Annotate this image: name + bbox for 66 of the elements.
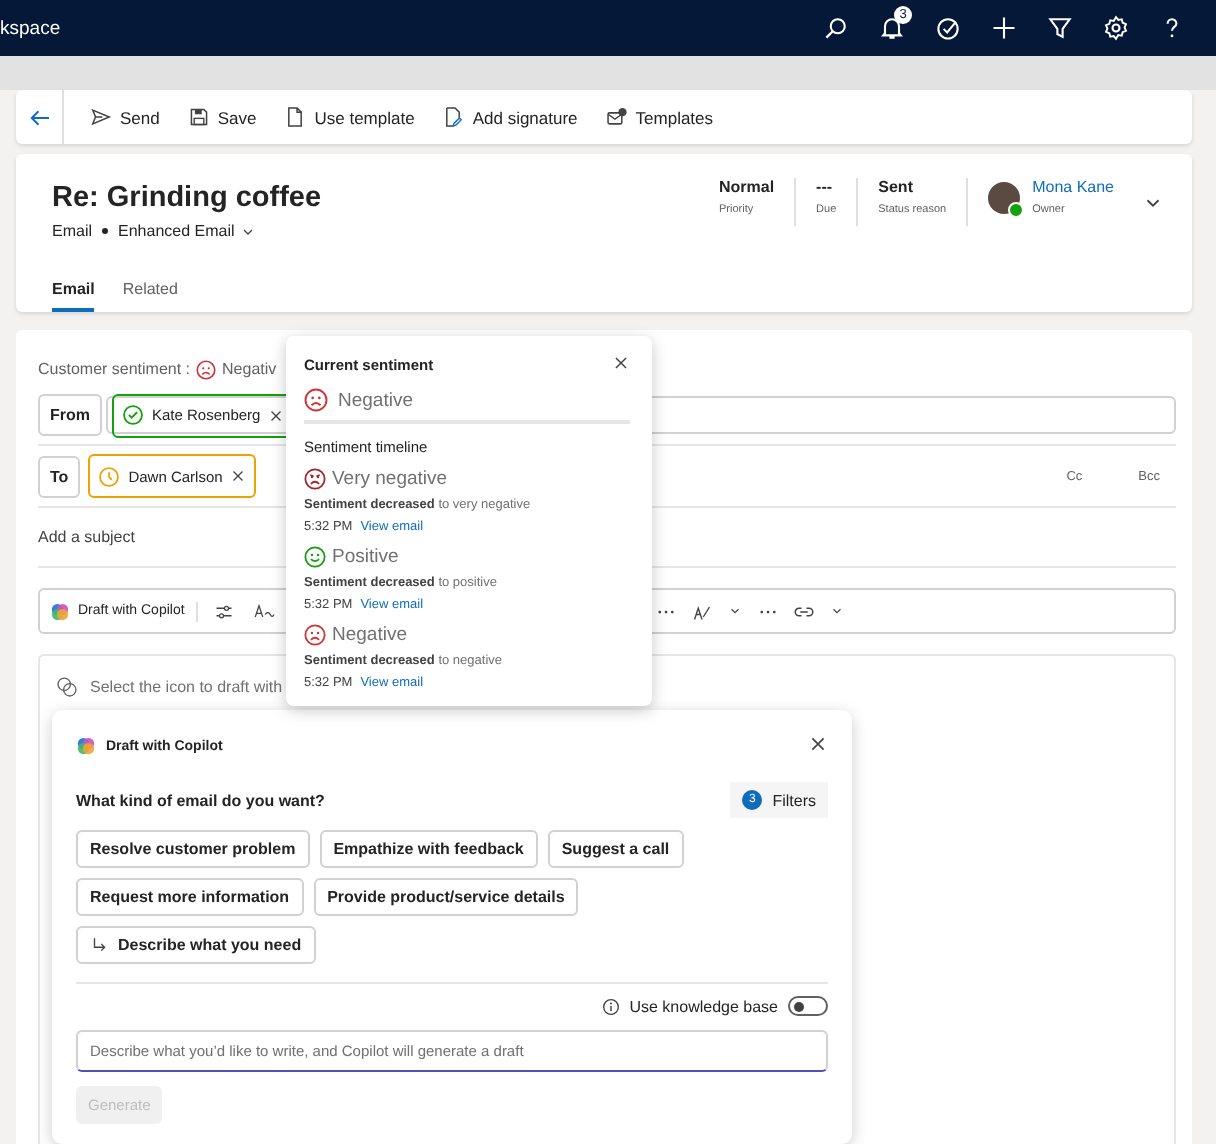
field-value: Sent <box>878 178 915 196</box>
close-icon <box>808 734 828 755</box>
sentiment-label: Customer sentiment : <box>38 360 191 379</box>
record-title: Re: Grinding coffee <box>52 182 324 214</box>
search-icon <box>822 14 850 42</box>
check-circle-icon <box>934 14 962 42</box>
suggestion-button[interactable]: Request more information <box>76 878 304 917</box>
copilot-outline-icon[interactable] <box>56 675 78 698</box>
toolbar-button[interactable]: Send <box>76 97 174 137</box>
separator-dot <box>102 228 109 234</box>
frowning-face-icon <box>304 468 326 490</box>
owner-link[interactable]: Mona Kane <box>1032 178 1114 196</box>
recipient-label-button[interactable]: From <box>38 394 102 437</box>
suggestion-button[interactable]: Suggest a call <box>547 830 684 869</box>
caret-icon[interactable] <box>728 604 742 619</box>
suggestion-button[interactable]: Resolve customer problem <box>76 830 310 869</box>
tab[interactable]: Related <box>122 280 178 312</box>
send-icon <box>90 106 112 128</box>
remove-icon[interactable] <box>230 468 247 485</box>
save-icon <box>187 106 210 128</box>
recipient-label-button[interactable]: To <box>38 455 81 498</box>
filter-icon <box>1046 14 1074 42</box>
copilot-icon <box>50 601 70 622</box>
custom-prompt-button[interactable]: Describe what you need <box>76 926 316 965</box>
highlight-icon[interactable] <box>692 601 712 622</box>
toolbar-button[interactable]: Save <box>173 97 271 137</box>
tone-icon[interactable] <box>250 601 279 622</box>
frowning-face-icon <box>196 359 217 380</box>
body-hint: Select the icon to draft with <box>90 677 283 696</box>
toggle-label: Use knowledge base <box>629 997 778 1016</box>
frowning-face-icon <box>304 388 328 412</box>
toolbar-button[interactable]: Use template <box>270 97 429 137</box>
back-arrow-icon <box>27 105 51 129</box>
form-selector[interactable]: Enhanced Email <box>118 222 257 240</box>
toggle-switch[interactable] <box>788 996 828 1017</box>
document-icon <box>284 106 307 128</box>
field-value: Normal <box>718 178 775 196</box>
copilot-icon <box>76 736 96 757</box>
remove-icon[interactable] <box>268 407 285 424</box>
suggestion-button[interactable]: Empathize with feedback <box>319 830 538 869</box>
close-icon <box>612 354 630 372</box>
sentiment-indicator[interactable]: Negativ <box>196 359 277 380</box>
frowning-face-icon <box>304 624 326 646</box>
tab[interactable]: Email <box>52 280 95 312</box>
suggestion-button[interactable]: Provide product/service details <box>313 878 579 917</box>
app-name: kspace <box>0 17 63 39</box>
field-value: --- <box>816 178 835 196</box>
settings-icon <box>1102 14 1130 42</box>
sentiment-level: Very negative <box>332 468 448 490</box>
caret-icon[interactable] <box>830 604 844 619</box>
sentiment-level: Negative <box>332 624 407 646</box>
clock-icon <box>98 465 121 488</box>
document-pen-icon <box>442 106 465 128</box>
toolbar-button[interactable]: Templates <box>591 97 728 137</box>
toolbar-button[interactable]: Add signature <box>428 97 592 137</box>
mail-icon <box>605 106 628 128</box>
sentiment-level: Positive <box>332 546 399 568</box>
check-circle-icon <box>122 404 144 427</box>
entity-name: Email <box>52 222 93 240</box>
sliders-icon[interactable] <box>214 601 235 622</box>
question-text: What kind of email do you want? <box>76 791 325 810</box>
current-sentiment: Negative <box>338 389 413 411</box>
smiling-face-icon <box>304 546 326 568</box>
info-icon[interactable] <box>601 997 620 1016</box>
arrow-turn-icon <box>90 936 108 955</box>
plus-icon <box>990 14 1018 42</box>
